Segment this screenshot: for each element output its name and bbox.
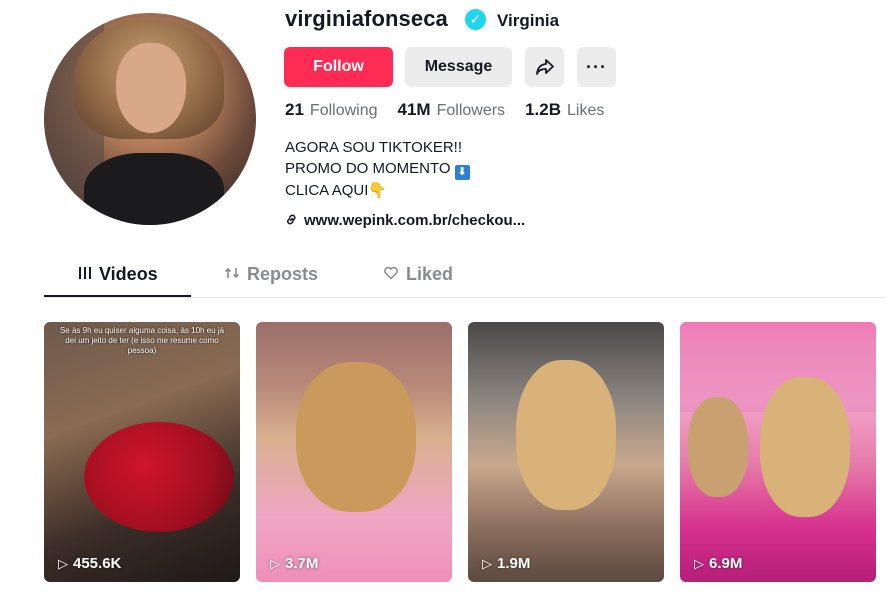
view-count: 3.7M xyxy=(285,555,319,572)
tab-label: Reposts xyxy=(247,264,319,284)
more-options-button[interactable]: ··· xyxy=(577,47,616,87)
video-thumbnail[interactable]: ▷ 3.7M xyxy=(256,322,452,582)
tab-liked[interactable]: Liked xyxy=(383,264,453,285)
heart-icon xyxy=(383,266,399,283)
play-icon: ▷ xyxy=(694,555,704,571)
thumbnail-image xyxy=(688,397,748,497)
bio-link[interactable]: www.wepink.com.br/checkou... xyxy=(285,212,525,229)
video-thumbnail[interactable]: Se às 9h eu quiser alguma coisa, às 10h … xyxy=(44,322,240,582)
down-arrow-emoji-icon: ⬇ xyxy=(454,165,470,180)
play-icon: ▷ xyxy=(482,555,492,571)
profile-tabs: Videos Reposts Liked xyxy=(44,256,886,298)
profile-avatar[interactable] xyxy=(44,13,256,225)
tab-videos[interactable]: Videos xyxy=(78,264,158,285)
video-thumbnail[interactable]: ▷ 1.9M xyxy=(468,322,664,582)
thumbnail-image xyxy=(516,360,616,510)
stat-label: Followers xyxy=(436,102,506,119)
message-button[interactable]: Message xyxy=(405,47,512,87)
stat-label: Likes xyxy=(566,102,605,119)
link-icon xyxy=(285,213,298,229)
video-caption-overlay: Se às 9h eu quiser alguma coisa, às 10h … xyxy=(59,326,225,355)
active-tab-indicator xyxy=(44,295,191,297)
stat-following[interactable]: 21 Following xyxy=(285,100,378,120)
share-button[interactable] xyxy=(525,47,564,87)
video-thumbnail[interactable]: ▷ 6.9M xyxy=(680,322,876,582)
thumbnail-image xyxy=(84,422,234,532)
video-views: ▷ 3.7M xyxy=(270,555,318,572)
stat-value: 1.2B xyxy=(525,100,561,119)
tab-label: Videos xyxy=(99,264,158,284)
repost-icon xyxy=(224,266,240,283)
bio-line: AGORA SOU TIKTOKER!! xyxy=(285,139,462,156)
share-arrow-icon xyxy=(535,59,554,75)
thumbnail-image xyxy=(296,362,416,512)
thumbnail-image xyxy=(760,377,850,517)
stat-followers[interactable]: 41M Followers xyxy=(398,100,506,120)
stat-likes: 1.2B Likes xyxy=(525,100,604,120)
username: virginiafonseca xyxy=(285,6,448,31)
video-views: ▷ 6.9M xyxy=(694,555,742,572)
stat-value: 41M xyxy=(397,100,431,119)
bio-line: PROMO DO MOMENTO ⬇ xyxy=(285,158,470,180)
view-count: 6.9M xyxy=(709,555,743,572)
view-count: 1.9M xyxy=(497,555,531,572)
bio-line: CLICA AQUI👇 xyxy=(285,182,388,199)
avatar-face xyxy=(116,43,186,133)
follow-button[interactable]: Follow xyxy=(284,47,393,87)
bio-link-text: www.wepink.com.br/checkou... xyxy=(304,212,526,229)
video-views: ▷ 1.9M xyxy=(482,555,530,572)
stat-value: 21 xyxy=(285,100,304,119)
profile-stats: 21 Following 41M Followers 1.2B Likes xyxy=(285,100,624,120)
tab-label: Liked xyxy=(406,264,454,284)
video-views: ▷ 455.6K xyxy=(58,555,121,572)
grid-icon xyxy=(78,266,92,283)
profile-bio: AGORA SOU TIKTOKER!! PROMO DO MOMENTO ⬇ C… xyxy=(285,137,470,201)
view-count: 455.6K xyxy=(73,555,122,572)
play-icon: ▷ xyxy=(270,555,280,571)
play-icon: ▷ xyxy=(58,555,68,571)
avatar-top xyxy=(84,153,224,225)
bio-line-text: PROMO DO MOMENTO xyxy=(285,160,451,177)
more-dots-icon: ··· xyxy=(586,56,607,77)
verified-badge-icon: ✓ xyxy=(465,9,486,30)
nickname: Virginia xyxy=(497,11,560,30)
tab-reposts[interactable]: Reposts xyxy=(224,264,318,285)
stat-label: Following xyxy=(309,102,378,119)
